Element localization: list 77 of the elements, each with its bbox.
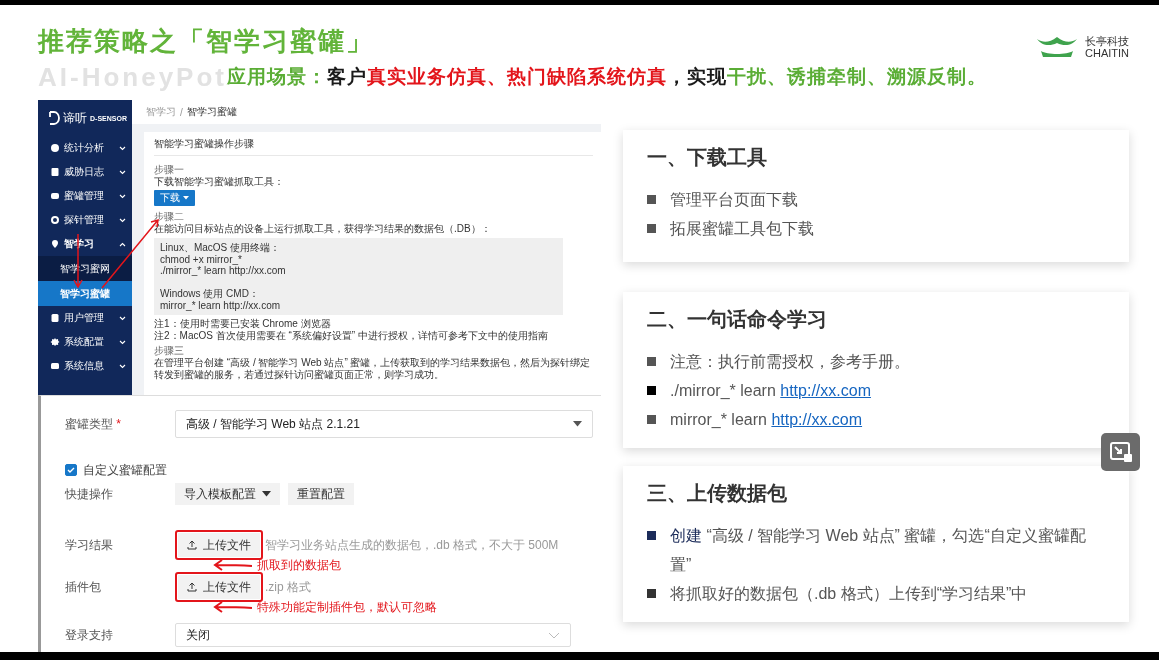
caret-icon bbox=[183, 196, 189, 200]
bulb-icon bbox=[50, 239, 60, 249]
field-label: 蜜罐类型 * bbox=[65, 415, 122, 433]
step-label: 步骤二 bbox=[154, 211, 185, 223]
checkbox-label: 自定义蜜罐配置 bbox=[83, 461, 167, 479]
chevron-down-icon bbox=[119, 145, 126, 151]
subtitle: 应用场景：客户真实业务仿真、热门缺陷系统仿真，实现干扰、诱捕牵制、溯源反制。 bbox=[227, 65, 987, 89]
upload-icon bbox=[187, 582, 197, 592]
chevron-down-icon bbox=[119, 315, 126, 321]
chevron-down-icon bbox=[119, 339, 126, 345]
chevron-down-icon bbox=[548, 631, 560, 639]
bullet-text: mirror_* learn http://xx.com bbox=[670, 410, 863, 430]
chevron-down-icon bbox=[119, 193, 126, 199]
chart-icon bbox=[50, 143, 60, 153]
download-button[interactable]: 下载 bbox=[154, 190, 195, 206]
nav-subitem[interactable]: 智学习蜜罐 bbox=[38, 281, 132, 306]
chevron-up-icon bbox=[119, 241, 126, 247]
step-text: 在管理平台创建 “高级 / 智能学习 Web 站点” 蜜罐，上传获取到的学习结果数据包，然后为探针绑定转发到蜜罐的服务，若通过探针访问蜜罐页面正常，则学习成功。 bbox=[154, 357, 592, 381]
card-title: 智能学习蜜罐操作步骤 bbox=[154, 138, 593, 156]
nav-item[interactable]: 蜜罐管理 bbox=[38, 184, 132, 208]
dropdown-button[interactable]: 导入模板配置 bbox=[175, 483, 280, 505]
field-label: 快捷操作 bbox=[65, 485, 114, 503]
bullet-text: 拓展蜜罐工具包下载 bbox=[670, 219, 814, 239]
upload-button[interactable]: 上传文件 bbox=[178, 533, 260, 557]
field-label: 学习结果 bbox=[65, 536, 114, 554]
probe-icon bbox=[50, 215, 60, 225]
step-text: 下载智能学习蜜罐抓取工具： bbox=[154, 176, 285, 188]
annotation-text: 特殊功能定制插件包，默认可忽略 bbox=[257, 599, 437, 615]
bullet-text: ./mirror_* learn http://xx.com bbox=[670, 381, 871, 401]
select-field[interactable]: 关闭 bbox=[175, 623, 571, 647]
step-text: 在能访问目标站点的设备上运行抓取工具，获得学习结果的数据包（.DB）： bbox=[154, 223, 492, 235]
field-hint: .zip 格式 bbox=[265, 578, 311, 596]
caret-icon bbox=[262, 491, 271, 497]
code-block: Linux、MacOS 使用终端： chmod +x mirror_* ./mirror_* learn http://xx.com Windows 使用 CMD： mirror_* learn http://xx.com bbox=[154, 238, 563, 315]
field-hint: 智学习业务站点生成的数据包，.db 格式，不大于 500M bbox=[265, 536, 559, 554]
picture-in-picture-icon bbox=[1109, 442, 1132, 462]
select-field[interactable]: 高级 / 智能学习 Web 站点 2.1.21 bbox=[175, 410, 593, 438]
upload-button[interactable]: 上传文件 bbox=[178, 575, 260, 599]
picture-in-picture-button[interactable] bbox=[1101, 433, 1140, 471]
nav-item[interactable]: 统计分析 bbox=[38, 136, 132, 160]
step-label: 步骤三 bbox=[154, 345, 185, 357]
nav-item[interactable]: 系统配置 bbox=[38, 330, 132, 354]
note-text: 注2：MacOS 首次使用需要在 “系统偏好设置” 中进行授权，详情可参考下文中的使用指南 bbox=[154, 330, 549, 342]
annotation-text: 抓取到的数据包 bbox=[257, 557, 341, 573]
nav-item[interactable]: 系统信息 bbox=[38, 354, 132, 378]
reset-button[interactable]: 重置配置 bbox=[288, 483, 354, 505]
link[interactable]: http://xx.com bbox=[780, 382, 871, 399]
nav-item[interactable]: 用户管理 bbox=[38, 306, 132, 330]
logo-wordmark: CHAITIN bbox=[1085, 47, 1129, 59]
link[interactable]: http://xx.com bbox=[771, 411, 863, 428]
checkbox[interactable] bbox=[65, 464, 77, 476]
card-heading: 二、一句话命令学习 bbox=[647, 307, 828, 332]
bullet-text: 创建 “高级 / 智能学习 Web 站点” 蜜罐，勾选“自定义蜜罐配置” bbox=[670, 526, 1087, 575]
field-label: 插件包 bbox=[65, 578, 102, 596]
bullet-text: 将抓取好的数据包（.db 格式）上传到“学习结果”中 bbox=[670, 584, 1028, 604]
card-heading: 三、上传数据包 bbox=[647, 481, 788, 506]
chevron-down-icon bbox=[119, 217, 126, 223]
brand-name: 谛听 bbox=[63, 109, 87, 127]
settings-icon bbox=[50, 337, 60, 347]
logo-icon bbox=[1035, 35, 1079, 59]
step-label: 步骤一 bbox=[154, 164, 185, 176]
chevron-down-icon bbox=[119, 169, 126, 175]
upload-icon bbox=[187, 540, 197, 550]
caret-icon bbox=[573, 421, 582, 427]
nav-item[interactable]: 威胁日志 bbox=[38, 160, 132, 184]
slide-title: 推荐策略之「智学习蜜罐」 bbox=[38, 25, 374, 58]
brand-logo-icon bbox=[48, 111, 60, 125]
bullet-text: 管理平台页面下载 bbox=[670, 190, 798, 210]
field-label: 登录支持 bbox=[65, 626, 114, 644]
card-heading: 一、下载工具 bbox=[647, 145, 768, 170]
chevron-down-icon bbox=[119, 363, 126, 369]
breadcrumb-current: 智学习蜜罐 bbox=[186, 105, 237, 119]
note-text: 注1：使用时需要已安装 Chrome 浏览器 bbox=[154, 318, 332, 330]
logo-text: 长亭科技 bbox=[1085, 35, 1129, 47]
bullet-text: 注意：执行前需授权，参考手册。 bbox=[670, 352, 910, 372]
nav-item[interactable]: 探针管理 bbox=[38, 208, 132, 232]
breadcrumb-separator: / bbox=[180, 106, 183, 118]
